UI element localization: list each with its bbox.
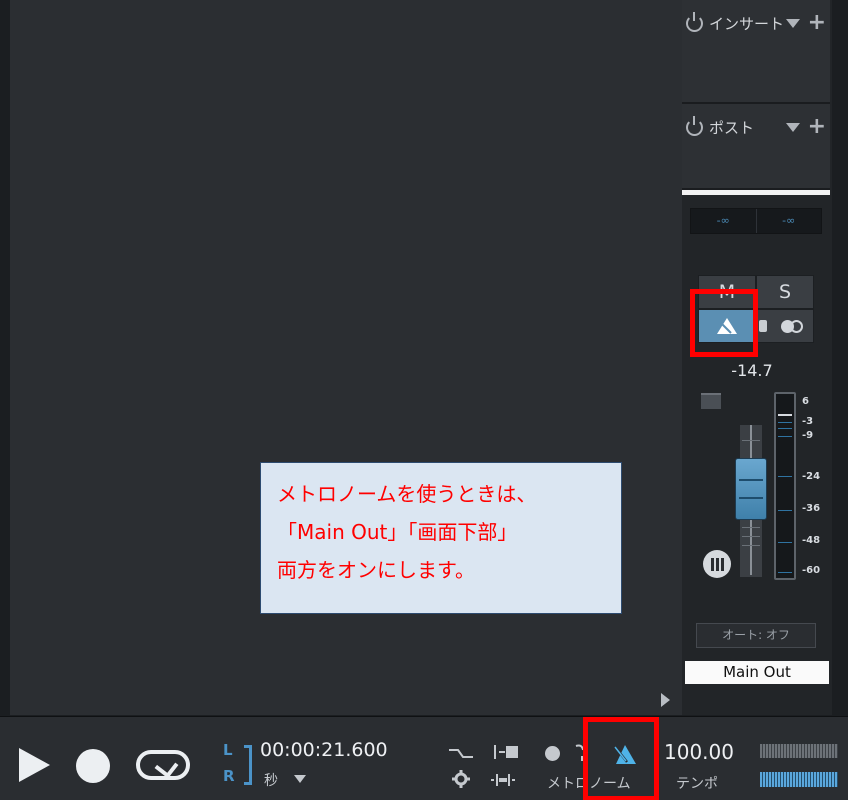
record-mode-icon[interactable] bbox=[545, 746, 560, 761]
callout-line-1: メトロノームを使うときは、 bbox=[277, 482, 537, 506]
automation-mode-button[interactable]: オート: オフ bbox=[696, 623, 816, 648]
pan-control[interactable]: -∞ -∞ bbox=[690, 208, 822, 234]
loop-left-marker[interactable]: L bbox=[223, 741, 233, 759]
loop-right-marker[interactable]: R bbox=[223, 767, 235, 785]
fader-mode-icon[interactable] bbox=[701, 393, 721, 409]
callout-line-3: 両方をオンにします。 bbox=[277, 558, 475, 582]
cpu-meter bbox=[760, 744, 838, 758]
play-icon[interactable] bbox=[19, 748, 50, 782]
add-icon[interactable]: + bbox=[808, 12, 826, 34]
power-icon[interactable] bbox=[686, 11, 703, 32]
meter-scale-label: -9 bbox=[802, 430, 814, 441]
channel-strip: インサート + ポスト + -∞ -∞ M S -14.7 6 -3 -9 -2… bbox=[682, 0, 832, 715]
dropdown-icon[interactable] bbox=[785, 122, 800, 132]
meter-scale-label: -60 bbox=[802, 565, 821, 576]
channel-name[interactable]: Main Out bbox=[685, 661, 829, 684]
gear-icon[interactable] bbox=[452, 770, 470, 788]
transport-bar: L R 00:00:21.600 秒 メトロノーム 100.00 テンポ bbox=[0, 716, 848, 800]
meter-scale-label: -24 bbox=[802, 471, 821, 482]
insert-section: インサート + bbox=[682, 0, 830, 104]
section-divider bbox=[682, 190, 830, 195]
punch-icon[interactable] bbox=[493, 744, 519, 760]
tempo-value[interactable]: 100.00 bbox=[664, 740, 734, 764]
channel-editor-icon[interactable] bbox=[703, 550, 731, 578]
solo-button[interactable]: S bbox=[756, 275, 814, 309]
highlight-box bbox=[690, 289, 758, 357]
time-unit-label[interactable]: 秒 bbox=[264, 770, 278, 790]
expand-arrow-icon[interactable] bbox=[661, 693, 670, 707]
meter-scale-label: -48 bbox=[802, 535, 821, 546]
precount-icon[interactable] bbox=[448, 747, 474, 759]
time-display[interactable]: 00:00:21.600 bbox=[260, 739, 388, 761]
pan-left-value[interactable]: -∞ bbox=[691, 209, 756, 233]
level-meter bbox=[774, 392, 796, 580]
insert-header: インサート + bbox=[686, 10, 826, 36]
meter-scale-label: -36 bbox=[802, 503, 821, 514]
bracket-icon bbox=[244, 745, 252, 785]
post-label: ポスト bbox=[709, 118, 755, 137]
callout-line-2: 「Main Out」「画面下部」 bbox=[277, 520, 518, 544]
power-icon[interactable] bbox=[686, 115, 703, 136]
volume-fader-handle[interactable] bbox=[735, 458, 767, 520]
add-icon[interactable]: + bbox=[808, 116, 826, 138]
pan-right-value[interactable]: -∞ bbox=[755, 209, 822, 233]
highlight-box bbox=[583, 717, 659, 800]
output-level-meter bbox=[760, 772, 838, 787]
timing-icon[interactable] bbox=[489, 773, 517, 787]
link-icon[interactable] bbox=[771, 310, 813, 342]
annotation-callout: メトロノームを使うときは、 「Main Out」「画面下部」 両方をオンにします… bbox=[260, 462, 622, 614]
post-section: ポスト + bbox=[682, 104, 830, 190]
post-header: ポスト + bbox=[686, 114, 826, 140]
loop-icon[interactable] bbox=[136, 750, 190, 780]
dropdown-icon[interactable] bbox=[785, 18, 800, 28]
meter-scale-label: -3 bbox=[802, 416, 814, 427]
record-icon[interactable] bbox=[76, 749, 110, 783]
chevron-down-icon[interactable] bbox=[294, 775, 306, 783]
volume-readout: -14.7 bbox=[731, 361, 773, 380]
tempo-label: テンポ bbox=[676, 776, 718, 792]
insert-label: インサート bbox=[709, 14, 785, 33]
meter-scale-label: 6 bbox=[802, 396, 809, 407]
app-window: インサート + ポスト + -∞ -∞ M S -14.7 6 -3 -9 -2… bbox=[0, 0, 848, 800]
